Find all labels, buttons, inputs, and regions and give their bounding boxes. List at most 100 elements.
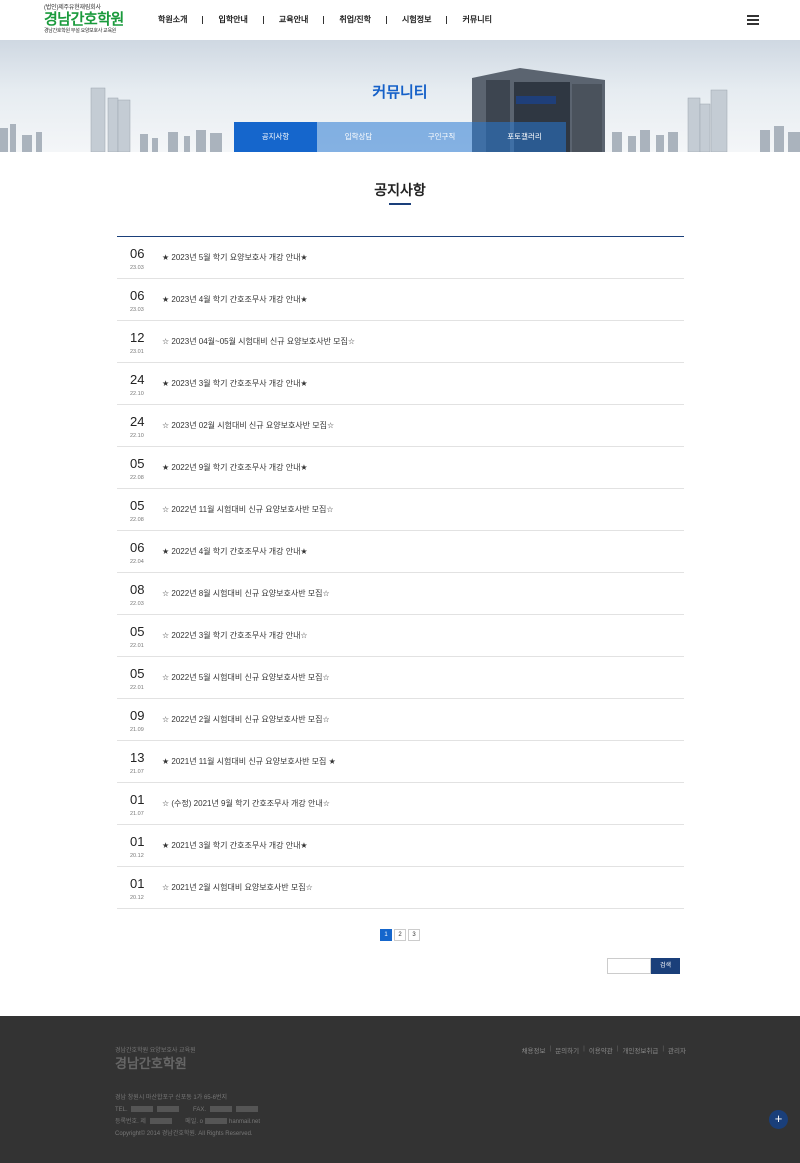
title-underline [389,203,411,205]
notice-title-link[interactable]: ★ 2023년 4월 학기 간호조무사 개강 안내★ [162,294,308,305]
page-title: 공지사항 [374,182,426,198]
nav-item-exam[interactable]: 시험정보 [402,14,431,25]
hamburger-menu-icon[interactable] [747,15,759,25]
notice-year-month: 21.07 [130,769,144,775]
nav-item-education[interactable]: 교육안내 [279,14,308,25]
notice-day: 05 [130,456,145,471]
notice-year-month: 20.12 [130,853,144,859]
nav-divider [262,15,264,24]
notice-title-link[interactable]: ☆ 2023년 04월~05월 시험대비 신규 요양보호사반 모집☆ [162,336,355,347]
footer-link-terms[interactable]: 이용약관 [589,1045,613,1055]
notice-row[interactable]: 05 22.01 ☆ 2022년 5월 시험대비 신규 요양보호사반 모집☆ [117,657,684,699]
notice-year-month: 22.03 [130,601,144,607]
notice-year-month: 22.04 [130,559,144,565]
notice-day: 05 [130,624,145,639]
notice-year-month: 23.01 [130,349,144,355]
notice-title-link[interactable]: ☆ 2022년 2월 시험대비 신규 요양보호사반 모집☆ [162,714,330,725]
footer-link-admin[interactable]: 관리자 [668,1045,686,1055]
search-button[interactable]: 검색 [651,958,680,974]
nav-item-about[interactable]: 학원소개 [158,14,187,25]
pagination: 1 2 3 [380,929,422,941]
footer-copyright: Copyright© 2014 경남간호학원. All Rights Reser… [115,1131,253,1137]
footer-links: 채용정보 | 문의하기 | 이용약관 | 개인정보취급 | 관리자 [521,1045,686,1055]
notice-year-month: 22.01 [130,685,144,691]
tab-admission-consult[interactable]: 입학상담 [317,122,400,152]
notice-day: 06 [130,288,145,303]
hero-title: 커뮤니티 [372,84,428,101]
notice-year-month: 20.12 [130,895,144,901]
search-input[interactable] [607,958,651,974]
tab-photo-gallery[interactable]: 포토갤러리 [483,122,566,152]
page-1-button[interactable]: 1 [380,929,392,941]
notice-year-month: 22.01 [130,643,144,649]
footer-link-privacy[interactable]: 개인정보취급 [622,1045,658,1055]
notice-row[interactable]: 24 22.10 ☆ 2023년 02월 시험대비 신규 요양보호사반 모집☆ [117,405,684,447]
notice-title-link[interactable]: ☆ 2022년 3월 학기 간호조무사 개강 안내☆ [162,630,308,641]
notice-row[interactable]: 05 22.08 ★ 2022년 9월 학기 간호조무사 개강 안내★ [117,447,684,489]
tab-notice[interactable]: 공지사항 [234,122,317,152]
notice-day: 24 [130,414,145,429]
notice-row[interactable]: 05 22.01 ☆ 2022년 3월 학기 간호조무사 개강 안내☆ [117,615,684,657]
logo-title: 경남간호학원 [44,11,124,28]
notice-day: 09 [130,708,145,723]
notice-year-month: 22.10 [130,391,144,397]
notice-title-link[interactable]: ☆ 2022년 5월 시험대비 신규 요양보호사반 모집☆ [162,672,330,683]
notice-title-link[interactable]: ★ 2021년 3월 학기 간호조무사 개강 안내★ [162,840,308,851]
notice-year-month: 22.08 [130,517,144,523]
nav-item-career[interactable]: 취업/진학 [339,14,371,25]
nav-divider [386,15,388,24]
notice-day: 06 [130,246,145,261]
nav-item-community[interactable]: 커뮤니티 [462,14,491,25]
footer-link-inquiry[interactable]: 문의하기 [555,1045,579,1055]
notice-year-month: 22.08 [130,475,144,481]
notice-row[interactable]: 13 21.07 ★ 2021년 11월 시험대비 신규 요양보호사반 모집 ★ [117,741,684,783]
logo-subcaption: 경남간호학원 부설 요양보호사 교육원 [44,28,117,34]
notice-day: 12 [130,330,145,345]
footer-logo: 경남간호학원 [115,1056,187,1071]
notice-title-link[interactable]: ☆ (수정) 2021년 9월 학기 간호조무사 개강 안내☆ [162,798,330,809]
footer-contact: TEL. FAX. [115,1104,260,1116]
notice-title-link[interactable]: ★ 2023년 3월 학기 간호조무사 개강 안내★ [162,378,308,389]
notice-row[interactable]: 01 21.07 ☆ (수정) 2021년 9월 학기 간호조무사 개강 안내☆ [117,783,684,825]
notice-title-link[interactable]: ☆ 2022년 8월 시험대비 신규 요양보호사반 모집☆ [162,588,330,599]
notice-row[interactable]: 12 23.01 ☆ 2023년 04월~05월 시험대비 신규 요양보호사반 모집… [117,321,684,363]
plus-icon[interactable]: + [769,1110,788,1129]
notice-year-month: 21.09 [130,727,144,733]
notice-title-link[interactable]: ★ 2023년 5월 학기 요양보호사 개강 안내★ [162,252,308,263]
footer-link-recruit[interactable]: 채용정보 [522,1045,546,1055]
notice-title-link[interactable]: ☆ 2023년 02월 시험대비 신규 요양보호사반 모집☆ [162,420,334,431]
notice-row[interactable]: 08 22.03 ☆ 2022년 8월 시험대비 신규 요양보호사반 모집☆ [117,573,684,615]
footer-address: 경남 창원시 마산합포구 신포동 1가 65-6번지 [115,1095,228,1101]
notice-row[interactable]: 09 21.09 ☆ 2022년 2월 시험대비 신규 요양보호사반 모집☆ [117,699,684,741]
sub-tabs: 공지사항 입학상담 구인구직 포토갤러리 [234,122,566,152]
nav-divider [446,15,448,24]
notice-row[interactable]: 06 23.03 ★ 2023년 4월 학기 간호조무사 개강 안내★ [117,279,684,321]
notice-title-link[interactable]: ★ 2022년 9월 학기 간호조무사 개강 안내★ [162,462,308,473]
notice-title-link[interactable]: ★ 2022년 4월 학기 간호조무사 개강 안내★ [162,546,308,557]
notice-day: 01 [130,834,145,849]
tab-job-board[interactable]: 구인구직 [400,122,483,152]
notice-row[interactable]: 24 22.10 ★ 2023년 3월 학기 간호조무사 개강 안내★ [117,363,684,405]
notice-row[interactable]: 06 22.04 ★ 2022년 4월 학기 간호조무사 개강 안내★ [117,531,684,573]
page-3-button[interactable]: 3 [408,929,420,941]
notice-list: 06 23.03 ★ 2023년 5월 학기 요양보호사 개강 안내★ 06 23.03… [117,236,684,909]
notice-title-link[interactable]: ☆ 2021년 2월 시험대비 요양보호사반 모집☆ [162,882,313,893]
nav-item-admission[interactable]: 입학안내 [218,14,247,25]
notice-row[interactable]: 05 22.08 ☆ 2022년 11월 시험대비 신규 요양보호사반 모집☆ [117,489,684,531]
notice-year-month: 23.03 [130,307,144,313]
notice-day: 24 [130,372,145,387]
nav-divider [323,15,325,24]
nav-divider [202,15,204,24]
hero-banner: 커뮤니티 공지사항 입학상담 구인구직 포토갤러리 [0,40,800,152]
site-footer: 경남간호학원 요양보호사 교육원 경남간호학원 채용정보 | 문의하기 | 이용… [0,1016,800,1163]
notice-title-link[interactable]: ★ 2021년 11월 시험대비 신규 요양보호사반 모집 ★ [162,756,336,767]
main-nav: 학원소개 입학안내 교육안내 취업/진학 시험정보 커뮤니티 [158,14,492,25]
notice-row[interactable]: 01 20.12 ☆ 2021년 2월 시험대비 요양보호사반 모집☆ [117,867,684,909]
notice-day: 13 [130,750,145,765]
site-logo[interactable]: (법인)제주유현재림회사 경남간호학원 경남간호학원 부설 요양보호사 교육원 [44,5,134,34]
notice-row[interactable]: 01 20.12 ★ 2021년 3월 학기 간호조무사 개강 안내★ [117,825,684,867]
footer-registration: 등록번호. 제 메일. o hanmail.net [115,1118,261,1125]
page-2-button[interactable]: 2 [394,929,406,941]
notice-row[interactable]: 06 23.03 ★ 2023년 5월 학기 요양보호사 개강 안내★ [117,237,684,279]
notice-title-link[interactable]: ☆ 2022년 11월 시험대비 신규 요양보호사반 모집☆ [162,504,334,515]
